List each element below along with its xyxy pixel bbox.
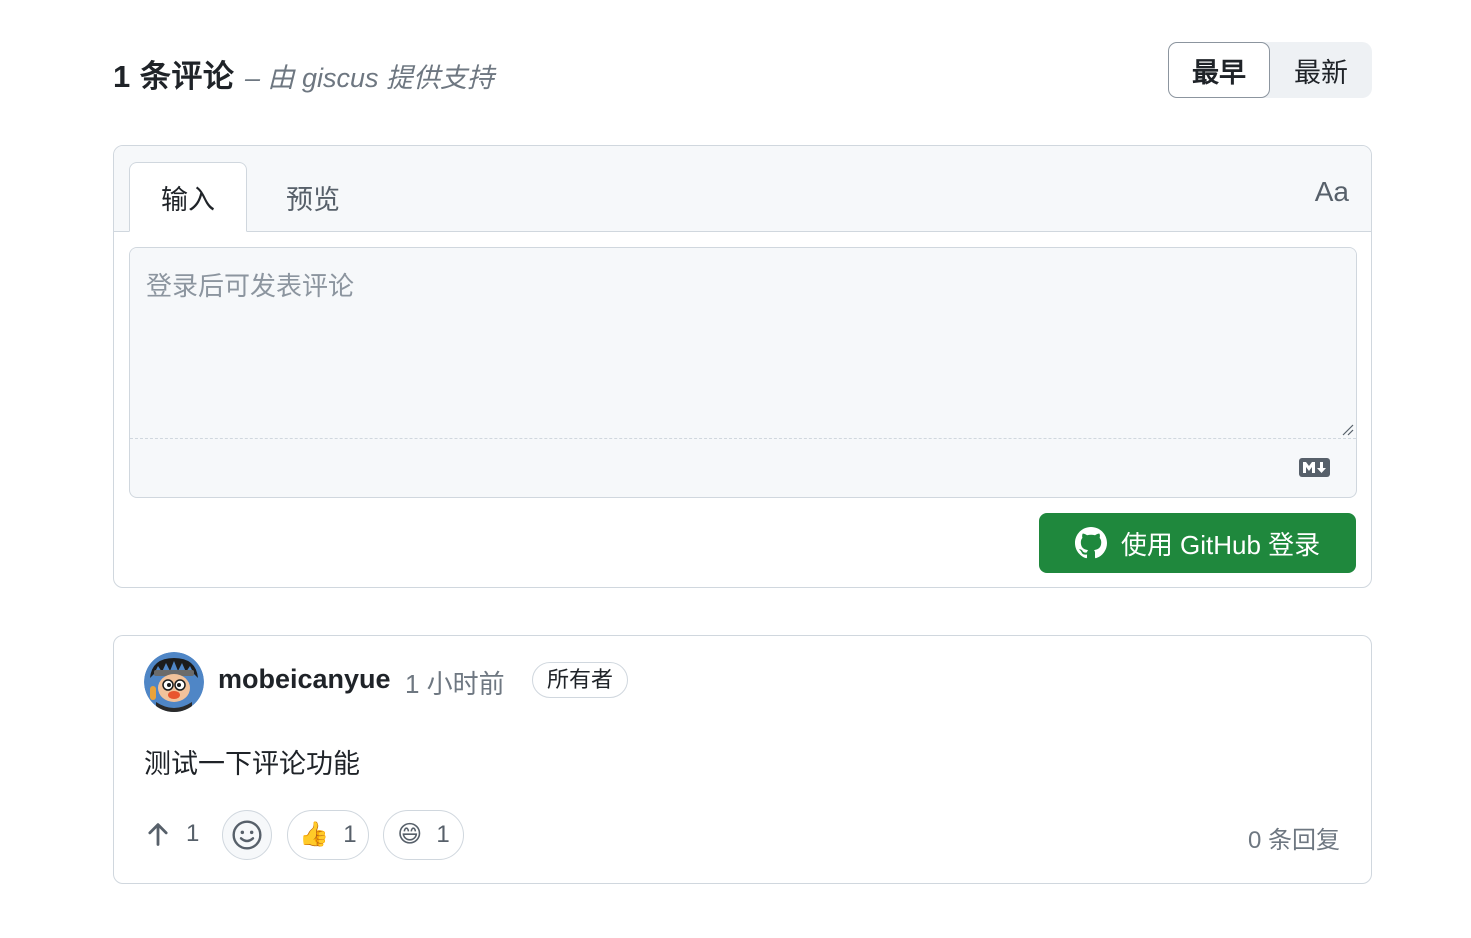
arrow-up-icon [148, 823, 168, 846]
font-toggle-button[interactable]: Aa [1315, 176, 1349, 208]
github-icon [1074, 527, 1107, 559]
reaction-count: 1 [436, 821, 450, 848]
resize-handle-icon[interactable] [1342, 424, 1354, 436]
comment-editor-box: 输入 预览 Aa 使用 GitHub 登录 [113, 145, 1372, 588]
owner-badge: 所有者 [532, 662, 629, 698]
sort-toggle-group: 最早 最新 [1168, 42, 1372, 98]
github-login-label: 使用 GitHub 登录 [1120, 529, 1321, 560]
laugh-icon: 😄 [397, 821, 423, 848]
comment-timestamp[interactable]: 1 小时前 [405, 664, 505, 701]
upvote-button[interactable]: 1 [144, 814, 199, 854]
comment-body-text: 测试一下评论功能 [144, 749, 360, 779]
upvote-count: 1 [186, 820, 200, 847]
editor-area [129, 247, 1357, 498]
github-login-button[interactable]: 使用 GitHub 登录 [1039, 513, 1356, 573]
add-reaction-button[interactable] [222, 810, 272, 860]
sort-oldest-button[interactable]: 最早 [1168, 42, 1270, 98]
reaction-count: 1 [343, 821, 357, 848]
powered-by-giscus-text: – 由 giscus 提供支持 [245, 63, 495, 93]
smiley-icon [232, 820, 262, 850]
reply-count: 0 条回复 [1247, 827, 1340, 854]
sort-newest-button[interactable]: 最新 [1270, 42, 1372, 98]
comments-header: 1 条评论 – 由 giscus 提供支持 最早 最新 [113, 42, 1372, 100]
reaction-laugh[interactable]: 😄 1 [383, 810, 464, 860]
tab-write[interactable]: 输入 [129, 162, 247, 232]
comment-count-title: 1 条评论 [113, 59, 235, 94]
comment-author-link[interactable]: mobeicanyue [218, 664, 391, 695]
thumbs-up-icon: 👍 [299, 821, 330, 848]
tab-preview[interactable]: 预览 [254, 162, 372, 232]
markdown-icon [1299, 458, 1330, 477]
comment-card: mobeicanyue 1 小时前 所有者 测试一下评论功能 1 👍 1 😄 1 [113, 635, 1372, 884]
editor-tabbar: 输入 预览 Aa [114, 146, 1371, 232]
avatar[interactable] [144, 652, 204, 712]
comment-textarea[interactable] [130, 248, 1356, 439]
reaction-thumbs-up[interactable]: 👍 1 [287, 810, 369, 860]
